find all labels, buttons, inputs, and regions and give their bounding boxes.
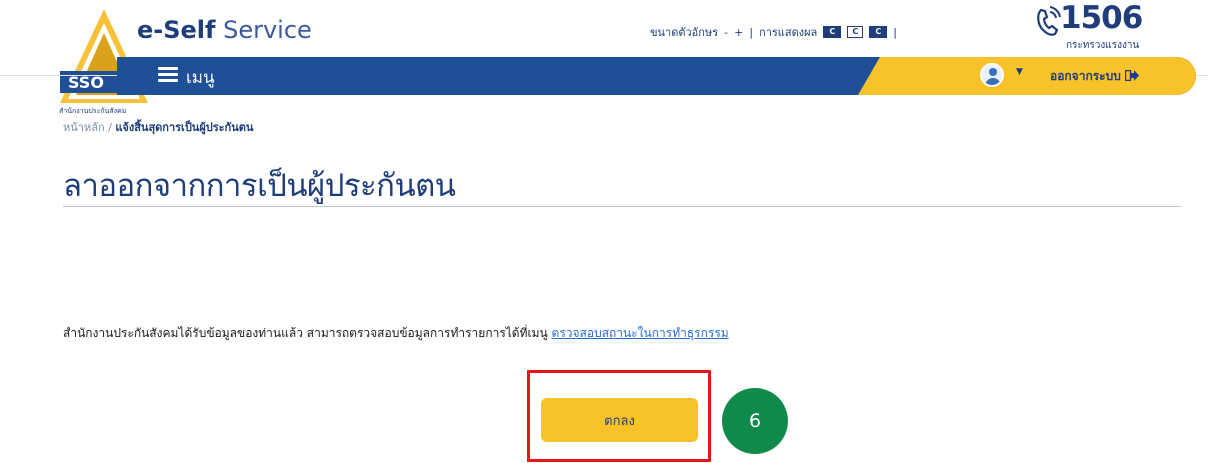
contrast-light-button[interactable]: C xyxy=(847,26,864,38)
nav-bar xyxy=(117,57,1196,95)
nav-bar-accent xyxy=(858,57,1196,95)
brand-title: e-Self Service xyxy=(137,16,312,44)
brand-light: Service xyxy=(215,16,312,44)
divider: | xyxy=(893,25,897,39)
highlight-box xyxy=(527,370,711,462)
font-increase-button[interactable]: + xyxy=(734,26,743,39)
logout-label: ออกจากระบบ xyxy=(1050,69,1121,83)
font-size-label: ขนาดตัวอักษร xyxy=(650,26,719,39)
breadcrumb: หน้าหลัก / แจ้งสิ้นสุดการเป็นผู้ประกันตน xyxy=(63,118,253,136)
page-title: ลาออกจากการเป็นผู้ประกันตน xyxy=(63,168,456,204)
contrast-dark-button[interactable]: C xyxy=(823,26,842,38)
logo-caption: สำนักงานประกันสังคม xyxy=(59,107,126,115)
breadcrumb-home[interactable]: หน้าหลัก xyxy=(63,121,105,134)
hamburger-icon[interactable] xyxy=(158,67,178,83)
hotline-number[interactable]: 1506 xyxy=(1060,0,1143,36)
font-decrease-button[interactable]: - xyxy=(724,26,728,39)
logout-button[interactable]: ออกจากระบบ xyxy=(1050,67,1140,86)
accessibility-bar: ขนาดตัวอักษร - + | การแสดงผล C C C | xyxy=(650,23,897,41)
breadcrumb-separator: / xyxy=(104,121,116,134)
divider: | xyxy=(749,25,754,39)
step-number-badge: 6 xyxy=(722,388,788,454)
breadcrumb-current: แจ้งสิ้นสุดการเป็นผู้ประกันตน xyxy=(115,121,254,134)
menu-button[interactable]: เมนู xyxy=(186,64,215,91)
check-status-link[interactable]: ตรวจสอบสถานะในการทำธุรกรรม xyxy=(552,326,729,340)
message-text: สำนักงานประกันสังคมได้รับข้อมูลของท่านแล… xyxy=(63,326,552,340)
logout-icon xyxy=(1124,69,1140,82)
confirmation-message: สำนักงานประกันสังคมได้รับข้อมูลของท่านแล… xyxy=(63,324,729,343)
chevron-down-icon[interactable]: ▼ xyxy=(1016,67,1023,77)
hotline-subtitle: กระทรวงแรงงาน xyxy=(1066,40,1140,51)
phone-icon xyxy=(1037,6,1061,36)
user-avatar-icon[interactable] xyxy=(980,63,1004,87)
title-underline xyxy=(63,206,1181,207)
display-label: การแสดงผล xyxy=(759,26,818,39)
contrast-yellow-button[interactable]: C xyxy=(869,26,888,38)
brand-bold: e-Self xyxy=(137,16,216,44)
